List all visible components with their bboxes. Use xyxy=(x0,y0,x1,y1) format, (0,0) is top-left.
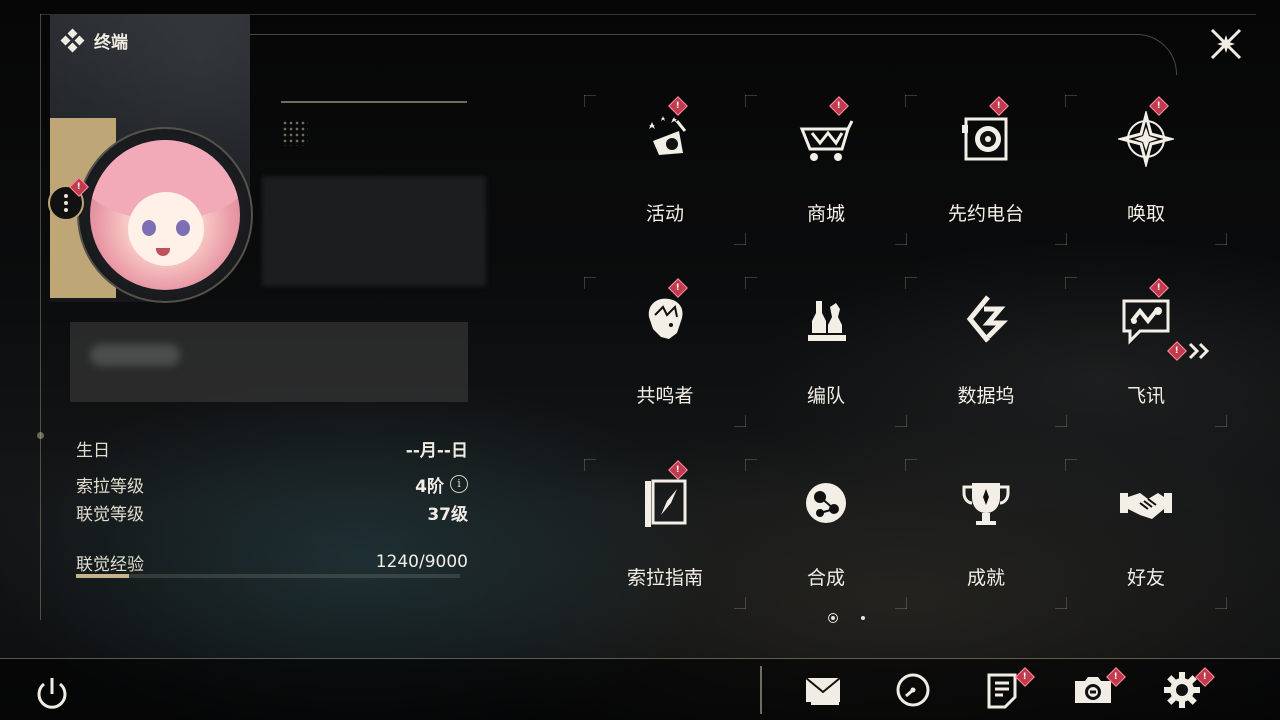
notice-button[interactable]: ! xyxy=(980,667,1035,712)
sola-level-row: 索拉等级 4阶 i xyxy=(76,472,468,497)
union-exp-value: 1240/9000 xyxy=(375,552,468,572)
menu-label: 商城 xyxy=(806,203,845,225)
team-chess-icon xyxy=(808,301,846,341)
frame-left-border xyxy=(40,14,41,620)
birthday-value: --月--日 xyxy=(405,440,468,461)
radio-icon xyxy=(962,117,1008,161)
menu-item-convene[interactable]: ! 唤取 xyxy=(1065,95,1227,277)
clock-icon xyxy=(896,673,930,707)
menu-item-guidebook[interactable]: ! 索拉指南 xyxy=(584,459,746,641)
event-icon xyxy=(649,116,687,155)
convene-star-icon xyxy=(1118,111,1174,167)
camera-button[interactable]: ! xyxy=(1071,667,1126,712)
message-icon xyxy=(1122,299,1170,345)
menu-item-achievement[interactable]: 成就 xyxy=(905,459,1067,641)
menu-label: 飞讯 xyxy=(1126,385,1165,407)
avatar-image xyxy=(90,140,240,290)
toolbar-separator xyxy=(760,666,762,714)
terminal-icon xyxy=(60,28,85,52)
menu-label: 活动 xyxy=(645,203,684,225)
signature-area[interactable] xyxy=(70,322,468,402)
handshake-icon xyxy=(1120,493,1172,519)
union-exp-row: 联觉经验 1240/9000 xyxy=(76,550,468,575)
menu-item-shop[interactable]: ! 商城 xyxy=(745,95,907,277)
close-icon xyxy=(1210,28,1242,60)
menu-label: 索拉指南 xyxy=(626,567,703,589)
page-indicator-active[interactable] xyxy=(828,613,838,623)
union-exp-progress-bar xyxy=(76,574,460,578)
menu-item-radio[interactable]: ! 先约电台 xyxy=(905,95,1067,277)
trophy-icon xyxy=(962,483,1010,525)
menu-label: 先约电台 xyxy=(947,203,1024,225)
union-level-row: 联觉等级 37级 xyxy=(76,500,468,525)
resonator-icon xyxy=(648,298,683,339)
synthesis-icon xyxy=(806,483,846,523)
menu-label: 数据坞 xyxy=(957,385,1015,407)
mail-icon xyxy=(805,677,841,705)
player-name-area xyxy=(262,176,486,286)
page-title: 终端 xyxy=(60,28,128,53)
menu-label: 好友 xyxy=(1126,567,1165,589)
settings-button[interactable]: ! xyxy=(1160,667,1215,712)
birthday-label: 生日 xyxy=(76,440,110,461)
menu-item-event[interactable]: ! 活动 xyxy=(584,95,746,277)
page-title-text: 终端 xyxy=(94,33,128,53)
info-icon[interactable]: i xyxy=(450,475,468,493)
sola-level-value: 4阶 xyxy=(415,476,444,497)
close-button[interactable] xyxy=(1196,14,1256,74)
menu-label: 合成 xyxy=(806,567,845,589)
decorative-dots xyxy=(282,120,308,146)
union-level-value: 37级 xyxy=(427,504,468,525)
power-icon xyxy=(37,678,67,709)
menu-item-synthesis[interactable]: 合成 xyxy=(745,459,907,641)
guidebook-icon xyxy=(645,479,687,527)
clock-button[interactable] xyxy=(891,668,935,712)
birthday-row: 生日 --月--日 xyxy=(76,436,468,461)
frame-ornament xyxy=(37,432,44,439)
menu-label: 编队 xyxy=(806,385,845,407)
menu-label: 成就 xyxy=(966,567,1005,589)
bottom-divider-line xyxy=(0,658,1280,659)
menu-item-friends[interactable]: 好友 xyxy=(1065,459,1227,641)
mail-button[interactable] xyxy=(801,668,845,712)
next-page-button[interactable]: ! xyxy=(1167,340,1216,362)
shop-cart-icon xyxy=(799,120,854,161)
union-level-label: 联觉等级 xyxy=(76,504,144,525)
avatar[interactable] xyxy=(77,127,253,303)
page-indicator[interactable] xyxy=(861,616,865,620)
data-bank-icon xyxy=(966,295,1009,343)
menu-item-databank[interactable]: 数据坞 xyxy=(905,277,1067,459)
name-divider xyxy=(281,101,467,103)
double-chevron-right-icon xyxy=(1188,342,1210,360)
menu-item-team[interactable]: 编队 xyxy=(745,277,907,459)
frame-top-curve xyxy=(216,34,1177,75)
union-exp-progress-fill xyxy=(76,574,129,578)
menu-label: 唤取 xyxy=(1126,203,1165,225)
union-exp-label: 联觉经验 xyxy=(76,554,144,575)
sola-level-label: 索拉等级 xyxy=(76,476,144,497)
menu-label: 共鸣者 xyxy=(636,385,694,407)
power-button[interactable] xyxy=(30,672,74,716)
menu-item-message[interactable]: ! 飞讯 xyxy=(1065,277,1227,459)
menu-item-resonator[interactable]: ! 共鸣者 xyxy=(584,277,746,459)
next-page-alert-badge: ! xyxy=(1167,341,1187,361)
